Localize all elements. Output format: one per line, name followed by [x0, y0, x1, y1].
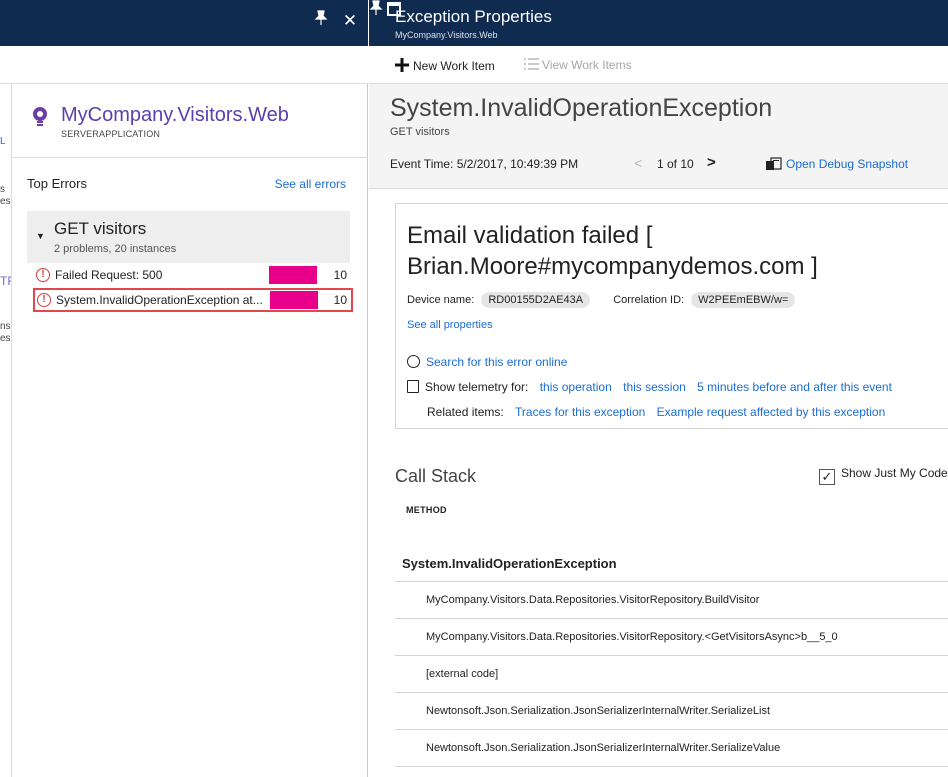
portal-root: ✕ s es L TF ns es MyCompany.Visitors.Web…: [0, 0, 948, 777]
device-name-label: Device name:: [407, 294, 475, 306]
partial-text: ns: [0, 321, 11, 332]
close-icon[interactable]: ✕: [340, 9, 360, 33]
error-group-title: GET visitors: [54, 219, 147, 238]
plus-icon: [395, 58, 413, 76]
new-work-item-button[interactable]: New Work Item: [395, 58, 495, 76]
app-subtitle: SERVERAPPLICATION: [61, 129, 161, 139]
device-name-value: RD00155D2AE43A: [481, 292, 591, 308]
app-blade-commandbar: [0, 46, 368, 84]
error-count-bar: [270, 291, 318, 309]
blade-title: Exception Properties: [395, 7, 552, 26]
error-group-subtitle: 2 problems, 20 instances: [54, 243, 177, 255]
call-stack-row[interactable]: Newtonsoft.Json.Serialization.JsonSerial…: [395, 693, 948, 730]
partial-column: s es L TF ns es: [0, 84, 12, 777]
exception-header: System.InvalidOperationException GET vis…: [369, 84, 948, 189]
top-errors-title: Top Errors: [27, 176, 87, 191]
show-just-my-code-label: Show Just My Code: [841, 466, 948, 480]
show-telemetry-label: Show telemetry for:: [425, 380, 529, 394]
error-group-get-visitors[interactable]: ▼ GET visitors 2 problems, 20 instances: [27, 211, 350, 263]
see-all-errors-link[interactable]: See all errors: [275, 177, 346, 191]
error-count: 10: [333, 268, 347, 282]
blade-subtitle: MyCompany.Visitors.Web: [395, 30, 498, 40]
app-blade: ✕ s es L TF ns es MyCompany.Visitors.Web…: [0, 0, 368, 777]
error-row-label: Failed Request: 500: [55, 268, 163, 282]
list-icon: [524, 58, 542, 75]
snapshot-icon: [766, 157, 782, 170]
open-debug-snapshot-label: Open Debug Snapshot: [786, 157, 909, 171]
telemetry-this-operation-link[interactable]: this operation: [540, 380, 612, 394]
exception-message-card: Email validation failed [ Brian.Moore#my…: [395, 203, 948, 429]
partial-text: es: [0, 333, 11, 344]
top-errors-panel: Top Errors See all errors ▼ GET visitors…: [12, 158, 368, 777]
telemetry-this-session-link[interactable]: this session: [623, 380, 686, 394]
call-stack-row[interactable]: Newtonsoft.Json.Serialization.JsonSerial…: [395, 730, 948, 767]
app-title[interactable]: MyCompany.Visitors.Web: [61, 104, 289, 127]
globe-icon: [407, 355, 420, 368]
lightbulb-icon: [31, 106, 49, 128]
error-row-failed-request[interactable]: ! Failed Request: 500 10: [33, 264, 353, 288]
related-items-label: Related items:: [427, 405, 504, 419]
exception-properties-blade: Exception Properties MyCompany.Visitors.…: [369, 0, 948, 777]
correlation-id-label: Correlation ID:: [613, 294, 685, 306]
exception-type: System.InvalidOperationException: [390, 94, 773, 122]
call-stack-row[interactable]: System.InvalidOperationException: [395, 545, 948, 582]
app-blade-header: ✕: [0, 0, 368, 46]
exception-message: Email validation failed [ Brian.Moore#my…: [407, 222, 818, 280]
show-just-my-code-checkbox[interactable]: ✓ Show Just My Code: [819, 466, 948, 485]
partial-text: L: [0, 136, 6, 147]
traces-for-exception-link[interactable]: Traces for this exception: [515, 405, 645, 419]
error-row-label: System.InvalidOperationException at...: [56, 293, 263, 307]
checkbox-icon[interactable]: ✓: [819, 469, 835, 485]
app-header: MyCompany.Visitors.Web SERVERAPPLICATION: [12, 84, 368, 158]
call-stack-title: Call Stack: [395, 466, 477, 486]
telemetry-icon: [407, 380, 419, 393]
error-icon: !: [37, 293, 51, 307]
new-work-item-label: New Work Item: [413, 59, 495, 73]
example-request-link[interactable]: Example request affected by this excepti…: [657, 405, 886, 419]
see-all-properties-link[interactable]: See all properties: [407, 319, 493, 331]
blade-header: Exception Properties MyCompany.Visitors.…: [369, 0, 948, 46]
error-count: 10: [333, 293, 347, 307]
call-stack-row[interactable]: [external code]: [395, 656, 948, 693]
command-bar: New Work Item View Work Items: [369, 46, 948, 84]
call-stack-row[interactable]: MyCompany.Visitors.Data.Repositories.Vis…: [395, 582, 948, 619]
related-items-row: Related items: Traces for this exception…: [427, 405, 885, 419]
search-error-online-link[interactable]: Search for this error online: [407, 355, 567, 369]
open-debug-snapshot-link[interactable]: Open Debug Snapshot: [766, 157, 908, 171]
partial-text: TF: [0, 274, 11, 288]
pin-icon[interactable]: [369, 0, 387, 20]
pin-icon[interactable]: [311, 9, 331, 33]
search-error-online-label: Search for this error online: [426, 355, 568, 369]
view-work-items-button[interactable]: View Work Items: [524, 58, 632, 75]
view-work-items-label: View Work Items: [542, 58, 632, 72]
error-icon: !: [36, 268, 50, 282]
page-count: 1 of 10: [657, 157, 694, 171]
method-column-header: METHOD: [406, 505, 447, 515]
event-time: Event Time: 5/2/2017, 10:49:39 PM: [390, 157, 579, 171]
caret-down-icon[interactable]: ▼: [36, 231, 45, 241]
error-row-invalid-operation[interactable]: ! System.InvalidOperationException at...…: [33, 288, 353, 312]
error-count-bar: [269, 266, 317, 284]
partial-text: s: [0, 184, 5, 195]
correlation-id-value: W2PEEmEBW/w=: [691, 292, 796, 308]
call-stack-row[interactable]: MyCompany.Visitors.Data.Repositories.Vis…: [395, 619, 948, 656]
next-icon[interactable]: >: [707, 154, 716, 171]
call-stack-list: System.InvalidOperationException MyCompa…: [395, 545, 948, 767]
partial-text: es: [0, 196, 11, 207]
telemetry-5-minutes-link[interactable]: 5 minutes before and after this event: [697, 380, 892, 394]
exception-operation: GET visitors: [390, 126, 450, 138]
device-correlation-row: Device name: RD00155D2AE43A Correlation …: [407, 292, 799, 308]
previous-icon[interactable]: <: [634, 155, 642, 171]
telemetry-row: Show telemetry for: this operation this …: [407, 380, 892, 394]
